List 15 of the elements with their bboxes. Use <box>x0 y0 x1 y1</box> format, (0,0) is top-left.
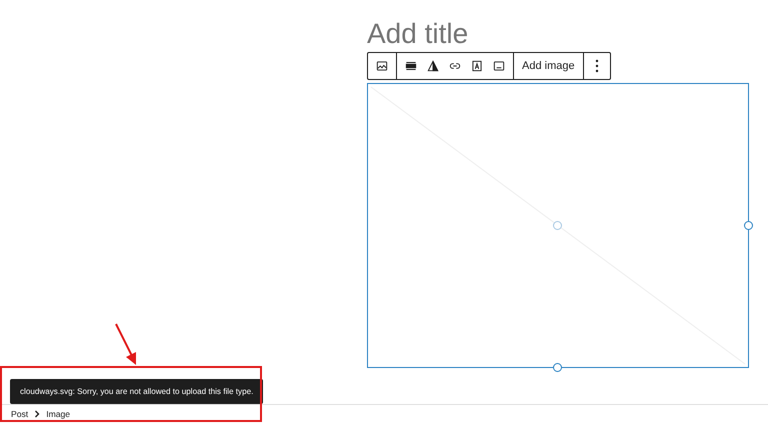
breadcrumb-item[interactable]: Image <box>46 409 70 419</box>
center-handle[interactable] <box>553 221 562 230</box>
text-box-icon <box>470 59 484 73</box>
chevron-icon <box>34 410 40 418</box>
duotone-icon <box>426 59 440 73</box>
more-icon <box>594 59 599 73</box>
image-icon <box>375 59 389 73</box>
breadcrumb-item[interactable]: Post <box>11 409 28 419</box>
title-field[interactable]: Add title <box>367 18 468 50</box>
caption-icon <box>492 59 506 73</box>
error-notice: cloudways.svg: Sorry, you are not allowed to upload this file type. <box>10 379 264 404</box>
resize-handle[interactable] <box>744 221 753 230</box>
pointer-arrow <box>115 324 136 365</box>
resize-handle[interactable] <box>553 363 562 372</box>
align-icon <box>404 59 418 73</box>
